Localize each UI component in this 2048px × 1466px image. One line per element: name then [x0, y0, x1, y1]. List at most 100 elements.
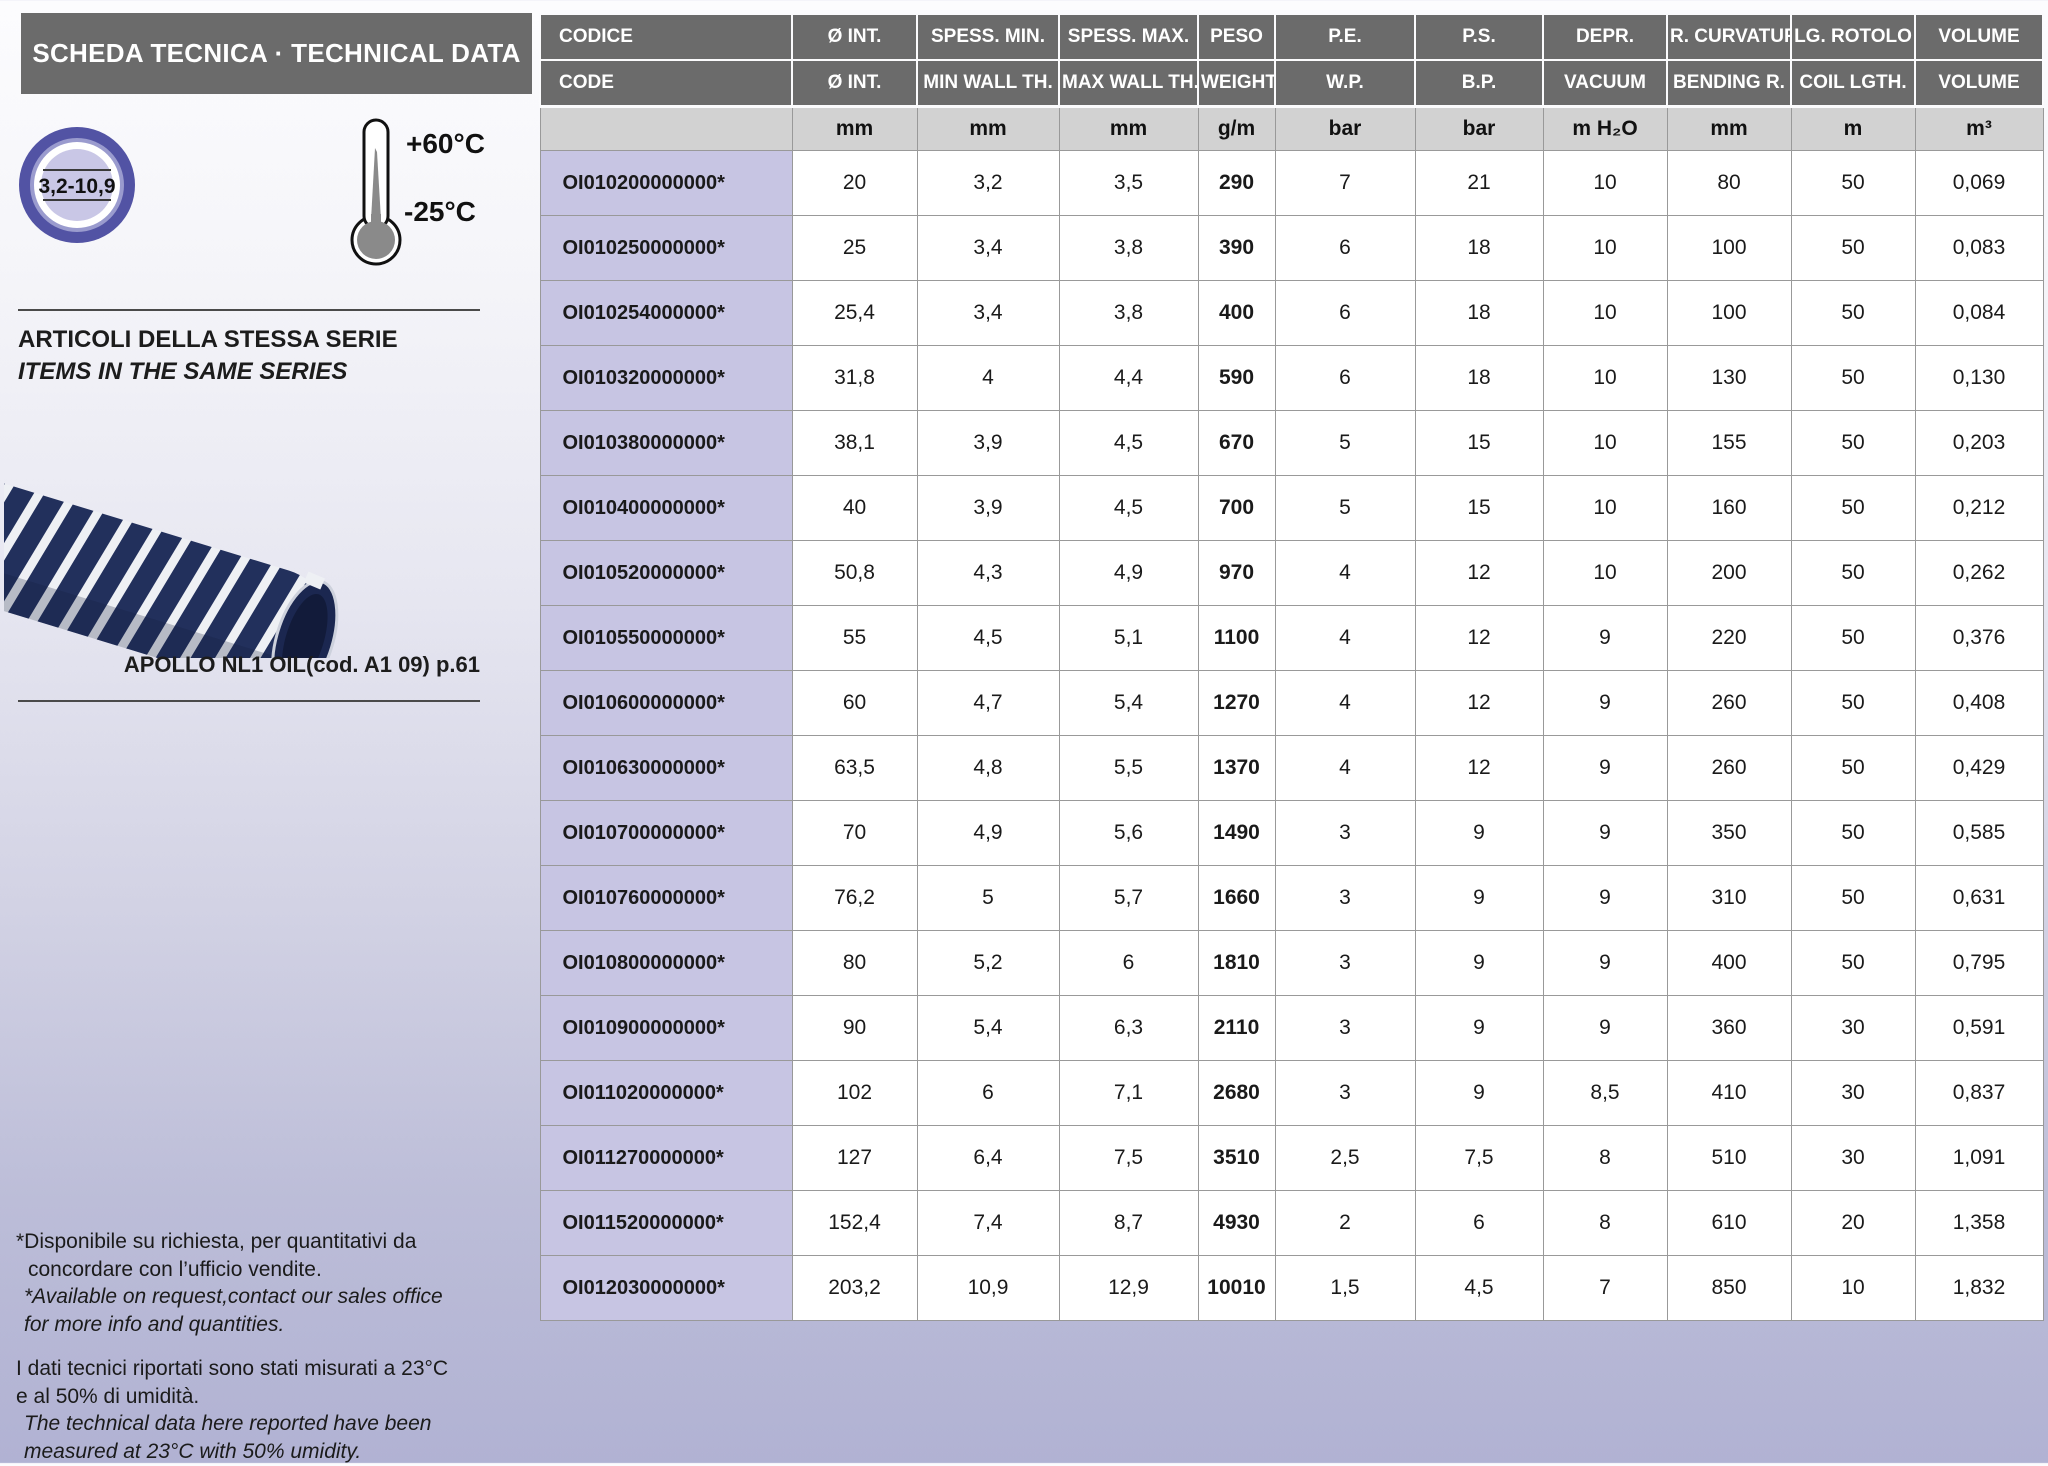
value-cell: 200 [1667, 541, 1791, 606]
value-cell: 260 [1667, 736, 1791, 801]
table-row: OI010630000000*63,54,85,513704129260500,… [540, 736, 2043, 801]
value-cell: 0,429 [1915, 736, 2043, 801]
value-cell: 60 [792, 671, 917, 736]
value-cell: 1810 [1198, 931, 1275, 996]
table-row: OI011020000000*10267,12680398,5410300,83… [540, 1061, 2043, 1126]
value-cell: 6 [1275, 346, 1415, 411]
tech-table: CODICEØ INT.SPESS. MIN.SPESS. MAX.PESOP.… [539, 13, 2044, 1321]
value-cell: 0,585 [1915, 801, 2043, 866]
unit-cell: m H₂O [1543, 107, 1667, 151]
footnote-availability-it-1: *Disponibile su richiesta, per quantitat… [16, 1228, 494, 1256]
value-cell: 3510 [1198, 1126, 1275, 1191]
value-cell: 10010 [1198, 1256, 1275, 1321]
value-cell: 12,9 [1059, 1256, 1198, 1321]
value-cell: 4,8 [917, 736, 1059, 801]
value-cell: 4,4 [1059, 346, 1198, 411]
value-cell: 7,1 [1059, 1061, 1198, 1126]
value-cell: 80 [792, 931, 917, 996]
header-cell-en: W.P. [1275, 60, 1415, 107]
code-cell: OI010760000000* [540, 866, 792, 931]
value-cell: 4 [1275, 736, 1415, 801]
value-cell: 4 [1275, 606, 1415, 671]
value-cell: 3,8 [1059, 281, 1198, 346]
value-cell: 4,5 [917, 606, 1059, 671]
code-cell: OI010800000000* [540, 931, 792, 996]
table-row: OI010380000000*38,13,94,567051510155500,… [540, 411, 2043, 476]
value-cell: 0,795 [1915, 931, 2043, 996]
value-cell: 50 [1791, 411, 1915, 476]
table-row: OI010400000000*403,94,570051510160500,21… [540, 476, 2043, 541]
footnote-measurement-it-1: I dati tecnici riportati sono stati misu… [16, 1355, 494, 1383]
wall-thickness-icon: 3,2-10,9 [16, 124, 138, 246]
value-cell: 1,832 [1915, 1256, 2043, 1321]
value-cell: 670 [1198, 411, 1275, 476]
value-cell: 9 [1415, 931, 1543, 996]
code-cell: OI011270000000* [540, 1126, 792, 1191]
value-cell: 30 [1791, 996, 1915, 1061]
unit-cell: mm [1667, 107, 1791, 151]
value-cell: 100 [1667, 216, 1791, 281]
value-cell: 1,358 [1915, 1191, 2043, 1256]
table-row: OI010600000000*604,75,412704129260500,40… [540, 671, 2043, 736]
value-cell: 152,4 [792, 1191, 917, 1256]
value-cell: 510 [1667, 1126, 1791, 1191]
value-cell: 50 [1791, 931, 1915, 996]
table-row: OI010320000000*31,844,459061810130500,13… [540, 346, 2043, 411]
value-cell: 50 [1791, 801, 1915, 866]
code-cell: OI011020000000* [540, 1061, 792, 1126]
value-cell: 50 [1791, 606, 1915, 671]
value-cell: 3,4 [917, 216, 1059, 281]
header-cell-it: SPESS. MAX. [1059, 14, 1198, 60]
code-cell: OI010250000000* [540, 216, 792, 281]
value-cell: 30 [1791, 1126, 1915, 1191]
header-cell-it: Ø INT. [792, 14, 917, 60]
value-cell: 40 [792, 476, 917, 541]
unit-cell: m³ [1915, 107, 2043, 151]
temperature-min: -25°C [404, 196, 476, 228]
value-cell: 3 [1275, 866, 1415, 931]
footnote-availability-it-2: concordare con l’ufficio vendite. [16, 1256, 494, 1284]
value-cell: 3 [1275, 931, 1415, 996]
header-row-it: CODICEØ INT.SPESS. MIN.SPESS. MAX.PESOP.… [540, 14, 2043, 60]
code-cell: OI010700000000* [540, 801, 792, 866]
value-cell: 3 [1275, 996, 1415, 1061]
value-cell: 1490 [1198, 801, 1275, 866]
value-cell: 18 [1415, 216, 1543, 281]
value-cell: 0,069 [1915, 151, 2043, 216]
value-cell: 0,130 [1915, 346, 2043, 411]
header-cell-it: CODICE [540, 14, 792, 60]
value-cell: 50 [1791, 476, 1915, 541]
value-cell: 700 [1198, 476, 1275, 541]
value-cell: 160 [1667, 476, 1791, 541]
code-cell: OI010380000000* [540, 411, 792, 476]
value-cell: 20 [792, 151, 917, 216]
value-cell: 6 [917, 1061, 1059, 1126]
table-row: OI010700000000*704,95,61490399350500,585 [540, 801, 2043, 866]
table-row: OI010800000000*805,261810399400500,795 [540, 931, 2043, 996]
header-cell-en: Ø INT. [792, 60, 917, 107]
series-heading-en: ITEMS IN THE SAME SERIES [18, 358, 347, 386]
header-cell-it: P.S. [1415, 14, 1543, 60]
value-cell: 2680 [1198, 1061, 1275, 1126]
footnotes: *Disponibile su richiesta, per quantitat… [16, 1228, 494, 1466]
value-cell: 7,5 [1059, 1126, 1198, 1191]
header-cell-en: WEIGHT [1198, 60, 1275, 107]
value-cell: 5,7 [1059, 866, 1198, 931]
value-cell: 9 [1543, 606, 1667, 671]
value-cell: 50 [1791, 671, 1915, 736]
value-cell: 290 [1198, 151, 1275, 216]
header-row-en: CODEØ INT.MIN WALL TH.MAX WALL TH.WEIGHT… [540, 60, 2043, 107]
value-cell: 5 [1275, 476, 1415, 541]
table-row: OI010550000000*554,55,111004129220500,37… [540, 606, 2043, 671]
value-cell: 31,8 [792, 346, 917, 411]
value-cell: 18 [1415, 281, 1543, 346]
footnote-availability-en-1: *Available on request,contact our sales … [16, 1283, 494, 1311]
header-cell-it: SPESS. MIN. [917, 14, 1059, 60]
header-cell-en: MAX WALL TH. [1059, 60, 1198, 107]
value-cell: 260 [1667, 671, 1791, 736]
value-cell: 3 [1275, 801, 1415, 866]
footnote-availability-en-2: for more info and quantities. [16, 1311, 494, 1339]
unit-cell: mm [1059, 107, 1198, 151]
value-cell: 15 [1415, 411, 1543, 476]
value-cell: 0,376 [1915, 606, 2043, 671]
